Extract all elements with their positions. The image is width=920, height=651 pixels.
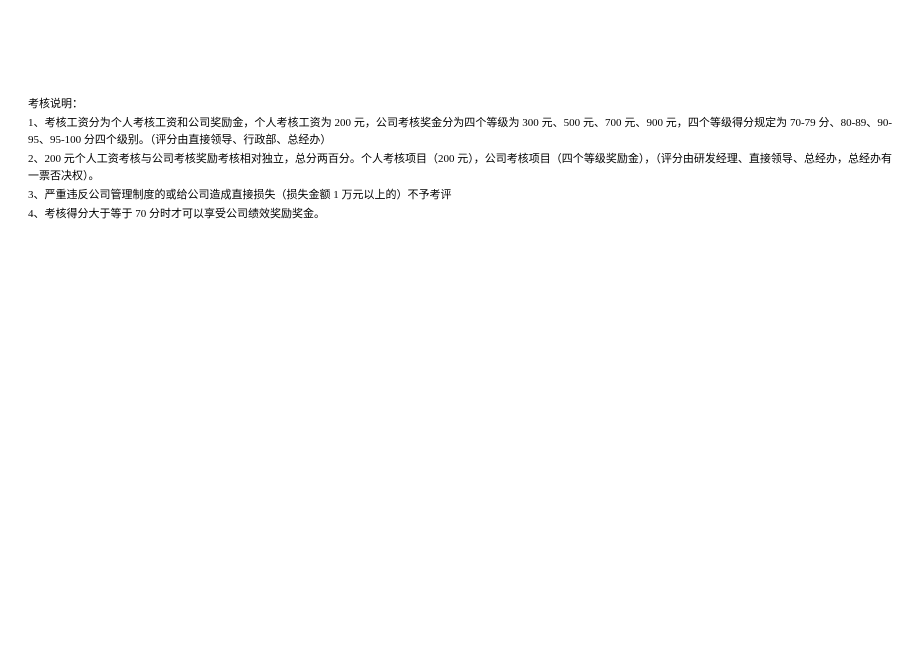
assessment-item-2: 2、200 元个人工资考核与公司考核奖励考核相对独立，总分两百分。个人考核项目（… <box>28 151 892 185</box>
assessment-item-4: 4、考核得分大于等于 70 分时才可以享受公司绩效奖励奖金。 <box>28 206 892 223</box>
section-title: 考核说明： <box>28 96 892 113</box>
assessment-item-1: 1、考核工资分为个人考核工资和公司奖励金，个人考核工资为 200 元，公司考核奖… <box>28 115 892 149</box>
assessment-item-3: 3、严重违反公司管理制度的或给公司造成直接损失（损失金额 1 万元以上的）不予考… <box>28 187 892 204</box>
